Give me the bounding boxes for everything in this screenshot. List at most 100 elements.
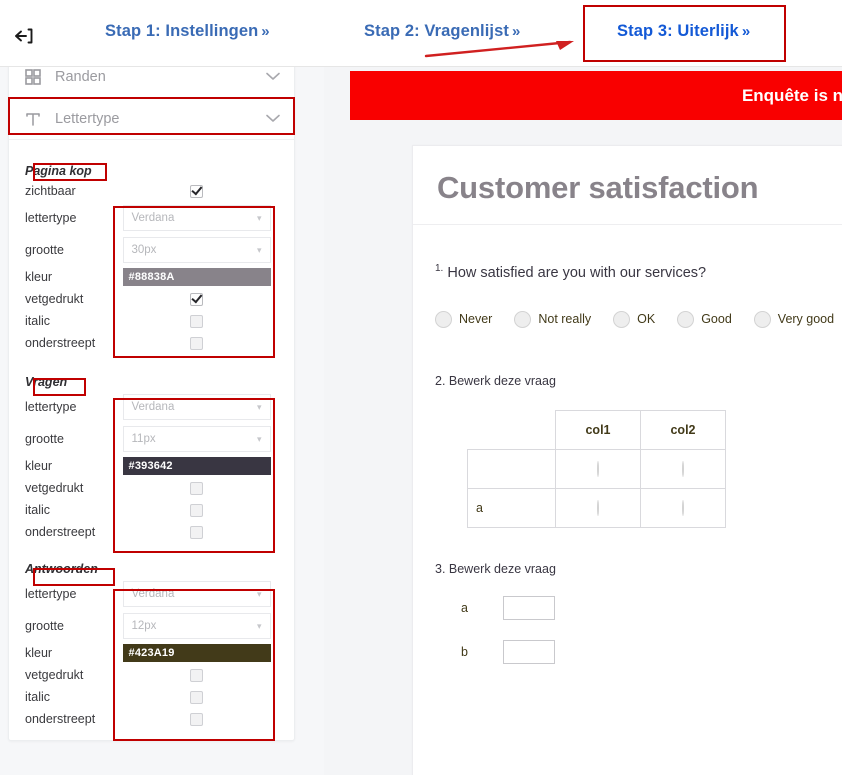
- field-label-onderstreept: onderstreept: [25, 712, 96, 726]
- field-onderstreept-pagina-kop: onderstreept: [25, 332, 280, 354]
- table-header-row: col1 col2: [468, 409, 726, 450]
- color-swatch-antwoorden[interactable]: #423A19: [122, 644, 271, 662]
- tab-stap-3-uiterlijk[interactable]: Stap 3: Uiterlijk»: [617, 22, 750, 41]
- field-label-italic: italic: [25, 503, 51, 517]
- checkbox-italic-vragen[interactable]: [190, 503, 203, 517]
- tab-stap-1-instellingen[interactable]: Stap 1: Instellingen»: [105, 22, 270, 41]
- appearance-editor-screen: Stap 1: Instellingen» Stap 2: Vragenlijs…: [0, 0, 842, 775]
- radio-label: Good: [701, 312, 732, 327]
- row-label: a: [461, 600, 468, 615]
- accordion-lettertype[interactable]: Lettertype: [9, 98, 294, 140]
- back-arrow-icon[interactable]: [10, 22, 38, 50]
- chevron-down-icon: ▾: [256, 620, 262, 631]
- radio-option-not-really[interactable]: Not really: [514, 310, 591, 328]
- text-type-icon: [25, 111, 49, 127]
- survey-title: Customer satisfaction: [413, 146, 842, 225]
- tab-stap-2-vragenlijst[interactable]: Stap 2: Vragenlijst»: [364, 22, 520, 41]
- checkbox-vetgedrukt-pagina-kop[interactable]: [190, 292, 203, 306]
- survey-card: Customer satisfaction 1. How satisfied a…: [412, 145, 842, 775]
- question-3-row-b: b: [435, 639, 842, 664]
- field-label-onderstreept: onderstreept: [25, 336, 96, 350]
- radio-option-never[interactable]: Never: [435, 310, 493, 328]
- question-1-label: How satisfied are you with our services?: [447, 264, 707, 281]
- select-lettertype-pagina-kop[interactable]: Verdana ▾: [122, 205, 271, 231]
- column-header-col2: col2: [640, 409, 726, 450]
- checkbox-italic-antwoorden[interactable]: [190, 690, 203, 704]
- chevron-down-icon: ▾: [256, 588, 262, 599]
- checkbox-vetgedrukt-vragen[interactable]: [190, 481, 203, 495]
- radio-option-good[interactable]: Good: [677, 310, 732, 328]
- radio-icon[interactable]: [597, 499, 599, 516]
- table-corner-cell: [468, 410, 556, 449]
- select-lettertype-antwoorden[interactable]: Verdana ▾: [122, 581, 271, 607]
- field-zichtbaar: zichtbaar: [25, 180, 280, 202]
- radio-icon[interactable]: [677, 310, 695, 328]
- question-3-row-a: a: [435, 595, 842, 620]
- field-label-kleur: kleur: [25, 270, 53, 284]
- field-vetgedrukt-antwoorden: vetgedrukt: [25, 664, 280, 686]
- field-lettertype-vragen: lettertype Verdana ▾: [25, 391, 280, 423]
- wizard-topbar: Stap 1: Instellingen» Stap 2: Vragenlijs…: [0, 0, 842, 67]
- table-row: a: [467, 487, 726, 528]
- accordion-lettertype-label: Lettertype: [55, 110, 120, 127]
- color-swatch-pagina-kop[interactable]: #88838A: [122, 268, 271, 286]
- field-label-grootte: grootte: [25, 432, 64, 446]
- field-label-grootte: grootte: [25, 619, 64, 633]
- matrix-cell[interactable]: [555, 448, 641, 489]
- checkbox-onderstreept-pagina-kop[interactable]: [190, 336, 203, 350]
- matrix-cell[interactable]: [640, 448, 726, 489]
- radio-icon[interactable]: [435, 310, 452, 328]
- radio-icon[interactable]: [613, 310, 631, 328]
- select-lettertype-vragen[interactable]: Verdana ▾: [122, 394, 271, 420]
- chevron-right-icon: »: [741, 23, 751, 40]
- field-label-kleur: kleur: [25, 459, 53, 473]
- select-grootte-vragen[interactable]: 11px ▾: [122, 426, 271, 452]
- radio-label: Never: [459, 312, 493, 327]
- question-1-text: 1. How satisfied are you with our servic…: [435, 263, 842, 281]
- matrix-cell[interactable]: [555, 487, 641, 528]
- checkbox-italic-pagina-kop[interactable]: [190, 314, 203, 328]
- checkbox-onderstreept-vragen[interactable]: [190, 525, 203, 539]
- field-vetgedrukt-vragen: vetgedrukt: [25, 477, 280, 499]
- select-grootte-value: 30px: [131, 244, 157, 256]
- chevron-down-icon: ▾: [256, 212, 262, 223]
- radio-option-ok[interactable]: OK: [613, 310, 655, 328]
- field-label-zichtbaar: zichtbaar: [25, 184, 76, 198]
- accordion-randen[interactable]: Randen: [9, 67, 294, 98]
- checkbox-vetgedrukt-antwoorden[interactable]: [190, 668, 203, 682]
- select-grootte-antwoorden[interactable]: 12px ▾: [122, 613, 271, 639]
- field-kleur-pagina-kop: kleur #88838A: [25, 266, 280, 288]
- field-label-vetgedrukt: vetgedrukt: [25, 292, 84, 306]
- select-grootte-pagina-kop[interactable]: 30px ▾: [122, 237, 271, 263]
- question-2: 2. Bewerk deze vraag col1 col2 a: [435, 374, 842, 528]
- checkbox-onderstreept-antwoorden[interactable]: [190, 712, 203, 726]
- question-3-text: 3. Bewerk deze vraag: [435, 561, 556, 576]
- color-swatch-vragen[interactable]: #393642: [122, 457, 271, 475]
- row-label: [467, 448, 556, 489]
- field-label-vetgedrukt: vetgedrukt: [25, 668, 84, 682]
- radio-icon[interactable]: [682, 460, 684, 477]
- checkbox-zichtbaar[interactable]: [190, 184, 203, 198]
- chevron-down-icon: ▾: [256, 244, 262, 255]
- radio-label: Very good: [777, 312, 835, 327]
- question-1-options: Never Not really OK Good Very good: [435, 310, 842, 328]
- matrix-cell[interactable]: [640, 487, 726, 528]
- question-1: 1. How satisfied are you with our servic…: [435, 263, 842, 328]
- select-lettertype-value: Verdana: [131, 588, 175, 600]
- select-lettertype-value: Verdana: [131, 212, 175, 224]
- field-vetgedrukt-pagina-kop: vetgedrukt: [25, 288, 280, 310]
- radio-option-very-good[interactable]: Very good: [753, 310, 835, 328]
- radio-icon[interactable]: [753, 310, 771, 328]
- settings-sidebar: Randen Lettertype Pagina kop zichtbaar l…: [0, 67, 324, 775]
- field-lettertype-pagina-kop: lettertype Verdana ▾: [25, 202, 280, 234]
- chevron-down-icon: ▾: [256, 401, 262, 412]
- field-grootte-pagina-kop: grootte 30px ▾: [25, 234, 280, 266]
- radio-icon[interactable]: [597, 460, 599, 477]
- radio-icon[interactable]: [682, 499, 684, 516]
- select-lettertype-value: Verdana: [131, 401, 175, 413]
- text-input-b[interactable]: [503, 639, 555, 664]
- field-grootte-antwoorden: grootte 12px ▾: [25, 610, 280, 642]
- section-vragen: Vragen lettertype Verdana ▾ grootte 11px…: [9, 373, 294, 543]
- text-input-a[interactable]: [503, 595, 555, 620]
- radio-icon[interactable]: [514, 310, 532, 328]
